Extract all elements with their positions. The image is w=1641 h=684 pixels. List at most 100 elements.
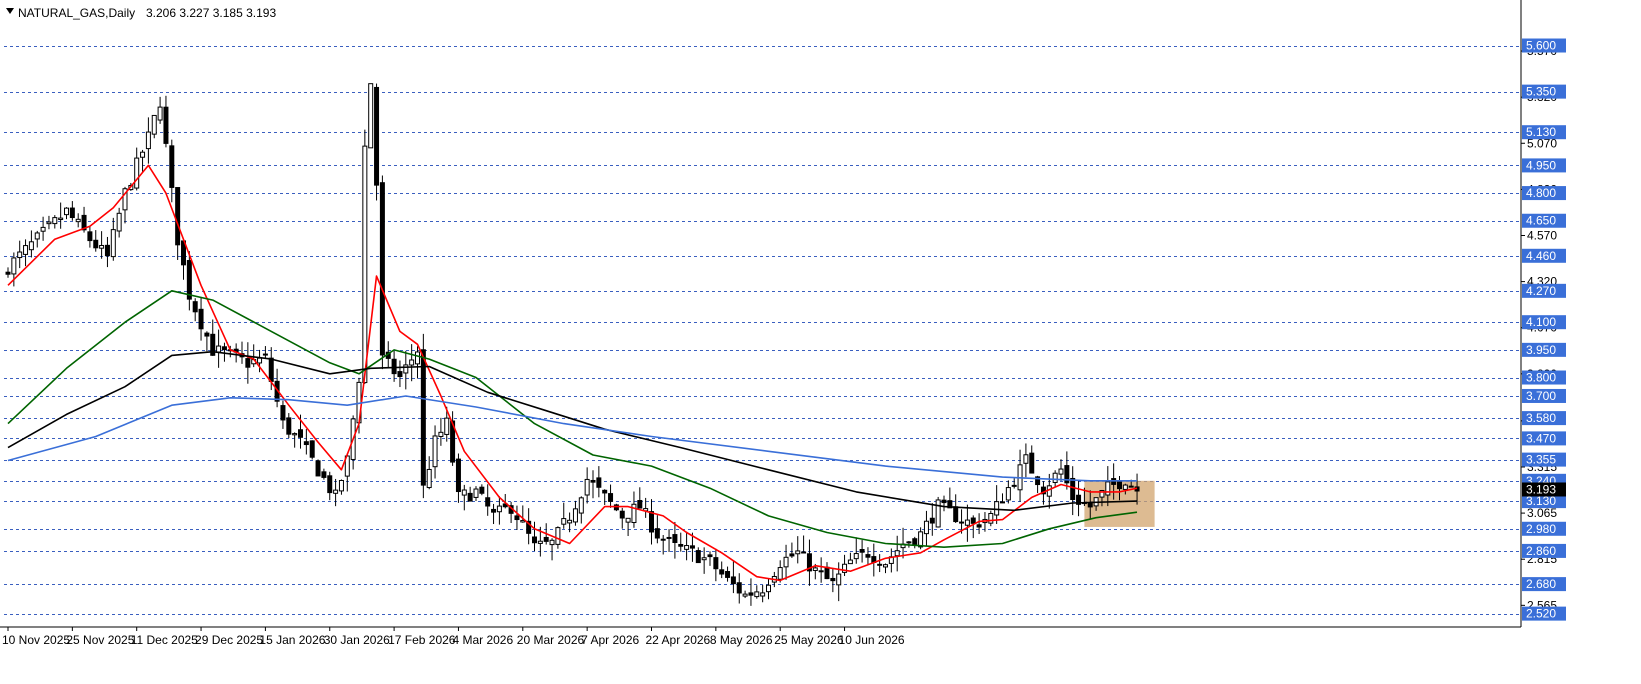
- candle-body: [403, 364, 409, 374]
- x-tick-label: 20 Mar 2026: [517, 633, 585, 647]
- price-level-label: 5.130: [1526, 125, 1556, 139]
- candle-body: [415, 351, 420, 365]
- x-tick-label: 11 Dec 2025: [131, 633, 198, 647]
- candle-body: [298, 429, 303, 438]
- candle-body: [303, 441, 309, 446]
- candle-body: [69, 207, 75, 219]
- candle-body: [660, 538, 666, 541]
- candle-body: [649, 511, 654, 533]
- candle-body: [151, 114, 157, 135]
- x-tick-label: 22 Apr 2026: [646, 633, 711, 647]
- candle-body: [713, 557, 719, 570]
- candle-body: [368, 83, 374, 149]
- candle-body: [280, 405, 286, 421]
- candle-body: [537, 540, 543, 544]
- current-price-label: 3.193: [1526, 482, 1556, 496]
- x-tick-label: 30 Jan 2026: [324, 633, 390, 647]
- candle-body: [590, 479, 596, 483]
- candle-body: [420, 349, 426, 486]
- candle-body: [397, 371, 403, 378]
- candle-body: [1105, 481, 1111, 496]
- candle-body: [906, 541, 912, 544]
- candle-body: [730, 576, 736, 585]
- candle-body: [766, 584, 771, 593]
- candle-body: [245, 358, 251, 368]
- candle-body: [654, 528, 660, 539]
- candle-body: [584, 478, 590, 496]
- candle-body: [707, 554, 713, 558]
- candle-body: [748, 592, 754, 596]
- candle-body: [912, 538, 918, 545]
- candle-body: [549, 539, 555, 546]
- candle-body: [801, 551, 807, 554]
- candle-body: [923, 520, 929, 535]
- candle-body: [485, 497, 491, 507]
- candle-body: [309, 440, 315, 458]
- candle-body: [104, 244, 110, 257]
- candle-body: [1005, 487, 1011, 501]
- x-tick-label: 25 May 2026: [774, 633, 844, 647]
- candle-body: [374, 86, 380, 186]
- candle-body: [34, 232, 40, 240]
- candle-body: [216, 345, 222, 353]
- price-level-label: 4.460: [1526, 249, 1556, 263]
- candle-body: [941, 499, 947, 504]
- candle-body: [140, 151, 146, 158]
- candle-body: [859, 549, 865, 553]
- candle-body: [877, 563, 883, 566]
- candle-body: [964, 519, 970, 526]
- candle-body: [321, 471, 327, 478]
- candle-body: [169, 145, 175, 188]
- candle-body: [64, 207, 69, 216]
- candle-body: [608, 493, 614, 502]
- candle-body: [1058, 468, 1064, 475]
- candle-body: [99, 244, 105, 249]
- price-level-label: 2.520: [1526, 607, 1556, 621]
- candle-body: [116, 212, 122, 232]
- candle-body: [93, 239, 99, 249]
- candle-body: [543, 536, 549, 542]
- candle-body: [17, 251, 23, 259]
- candle-body: [935, 499, 941, 528]
- candle-body: [789, 553, 795, 557]
- candle-body: [52, 217, 58, 225]
- candle-body: [1029, 452, 1035, 474]
- candle-body: [134, 157, 140, 189]
- candle-body: [467, 492, 473, 502]
- candle-body: [163, 106, 169, 144]
- price-level-label: 3.950: [1526, 343, 1556, 357]
- candle-body: [338, 479, 344, 492]
- x-tick-label: 25 Nov 2025: [66, 633, 134, 647]
- candle-body: [198, 308, 204, 330]
- x-tick-label: 17 Feb 2026: [388, 633, 456, 647]
- price-level-label: 4.800: [1526, 186, 1556, 200]
- candle-body: [204, 332, 210, 337]
- candle-body: [496, 505, 502, 513]
- chart-svg: 5.5705.3205.0704.8204.5704.3204.0703.820…: [0, 0, 1641, 679]
- candle-body: [695, 550, 701, 564]
- candle-body: [929, 517, 935, 524]
- price-level-label: 3.355: [1526, 453, 1556, 467]
- candle-body: [830, 577, 836, 582]
- ohlc-values: 3.206 3.227 3.185 3.193: [146, 6, 276, 20]
- candle-body: [46, 221, 52, 225]
- candle-body: [28, 241, 34, 251]
- candle-body: [754, 591, 760, 598]
- candle-body: [1011, 484, 1017, 487]
- candle-body: [561, 518, 567, 525]
- candle-body: [959, 521, 965, 524]
- candle-body: [572, 508, 578, 523]
- candle-body: [1087, 502, 1093, 508]
- candle-body: [824, 566, 830, 580]
- y-tick-label: 3.065: [1527, 506, 1557, 520]
- price-level-label: 5.350: [1526, 85, 1556, 99]
- candle-body: [444, 417, 450, 435]
- candle-body: [1070, 477, 1076, 501]
- candle-body: [725, 571, 731, 578]
- price-level-label: 3.580: [1526, 411, 1556, 425]
- candle-body: [391, 358, 397, 375]
- candle-body: [853, 553, 859, 560]
- candle-body: [619, 510, 625, 519]
- candle-body: [578, 497, 584, 514]
- price-level-label: 4.270: [1526, 284, 1556, 298]
